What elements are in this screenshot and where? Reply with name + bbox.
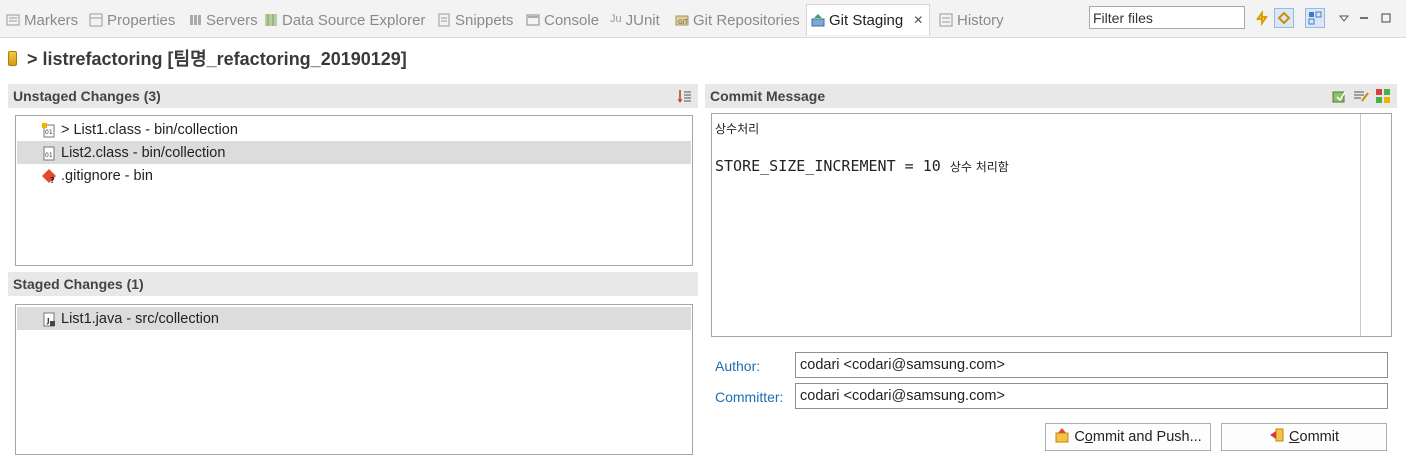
repository-icon bbox=[8, 50, 17, 66]
svg-text:GIT: GIT bbox=[678, 19, 688, 26]
list-item[interactable]: ? .gitignore - bin bbox=[17, 164, 691, 187]
snippets-icon bbox=[437, 13, 451, 27]
staged-changes-list[interactable]: J List1.java - src/collection bbox=[15, 304, 693, 455]
tab-junit[interactable]: Ju JUnit bbox=[610, 9, 660, 31]
list-item[interactable]: 01 > List1.class - bin/collection bbox=[17, 118, 691, 141]
author-field[interactable] bbox=[795, 352, 1388, 378]
unstaged-changes-title: Unstaged Changes (3) bbox=[13, 88, 161, 104]
tab-label: Markers bbox=[24, 11, 79, 29]
sort-icon[interactable] bbox=[677, 88, 693, 104]
servers-icon bbox=[188, 13, 202, 27]
markers-icon bbox=[6, 13, 20, 27]
list-item-label: List2.class - bin/collection bbox=[61, 144, 226, 161]
commit-and-push-label: Commit and Push... bbox=[1074, 429, 1202, 445]
view-tab-bar: Markers Properties Servers Data Source E… bbox=[0, 0, 1406, 38]
tab-markers[interactable]: Markers bbox=[6, 9, 78, 31]
commit-message-body-code: STORE_SIZE_INCREMENT = 10 bbox=[715, 157, 941, 175]
console-icon bbox=[526, 13, 540, 27]
commit-message-header: Commit Message bbox=[705, 84, 1397, 108]
tab-label: Git Repositories bbox=[693, 11, 800, 29]
commit-and-push-button[interactable]: Commit and Push... bbox=[1045, 423, 1211, 451]
staged-changes-header: Staged Changes (1) bbox=[8, 272, 698, 296]
tab-label: Git Staging bbox=[829, 11, 904, 29]
committer-label: Committer: bbox=[715, 389, 784, 405]
commit-message-summary: 상수처리 bbox=[715, 122, 760, 136]
junit-icon: Ju bbox=[610, 13, 622, 25]
git-staging-icon bbox=[811, 13, 825, 27]
list-item-label: > List1.class - bin/collection bbox=[61, 121, 238, 138]
view-menu-icon[interactable] bbox=[1334, 8, 1354, 28]
tab-git-staging[interactable]: Git Staging ✕ bbox=[806, 4, 931, 35]
minimize-icon[interactable] bbox=[1354, 8, 1374, 28]
commit-label: Commit bbox=[1289, 429, 1339, 445]
svg-text:J: J bbox=[46, 317, 50, 325]
change-id-icon[interactable] bbox=[1375, 88, 1391, 104]
commit-button[interactable]: Commit bbox=[1221, 423, 1387, 451]
tab-label: Servers bbox=[206, 11, 258, 29]
tab-console[interactable]: Console bbox=[526, 9, 599, 31]
tab-snippets[interactable]: Snippets bbox=[437, 9, 513, 31]
tab-label: JUnit bbox=[625, 11, 660, 29]
close-icon[interactable]: ✕ bbox=[913, 13, 923, 27]
commit-message-body: STORE_SIZE_INCREMENT = 10 상수 처리함 bbox=[715, 157, 1009, 175]
tab-label: History bbox=[957, 11, 1004, 29]
data-source-icon bbox=[264, 13, 278, 27]
svg-text:?: ? bbox=[50, 176, 55, 184]
tab-label: Data Source Explorer bbox=[282, 11, 426, 29]
signed-off-icon[interactable] bbox=[1353, 88, 1369, 104]
tab-properties[interactable]: Properties bbox=[89, 9, 175, 31]
repository-title-text: > listrefactoring [팀명_refactoring_201901… bbox=[27, 49, 407, 69]
commit-message-title: Commit Message bbox=[710, 88, 826, 104]
svg-text:01: 01 bbox=[45, 129, 53, 136]
filter-files-input[interactable] bbox=[1089, 6, 1245, 29]
author-label: Author: bbox=[715, 358, 761, 374]
tab-label: Console bbox=[544, 11, 600, 29]
amend-icon[interactable] bbox=[1331, 88, 1347, 104]
tab-label: Properties bbox=[107, 11, 176, 29]
list-item-label: .gitignore - bin bbox=[61, 167, 153, 184]
staged-changes-title: Staged Changes (1) bbox=[13, 276, 144, 292]
git-repositories-icon: GIT bbox=[675, 13, 689, 27]
unstaged-changes-header: Unstaged Changes (3) bbox=[8, 84, 698, 108]
properties-icon bbox=[89, 13, 103, 27]
history-icon bbox=[939, 13, 953, 27]
repository-title: > listrefactoring [팀명_refactoring_201901… bbox=[8, 46, 407, 70]
class-file-icon: 01 bbox=[41, 145, 57, 161]
commit-message-input[interactable]: 상수처리 STORE_SIZE_INCREMENT = 10 상수 처리함 bbox=[711, 113, 1392, 337]
commit-icon bbox=[1269, 427, 1285, 447]
committer-field[interactable] bbox=[795, 383, 1388, 409]
gitignore-file-icon: ? bbox=[41, 168, 57, 184]
vertical-ruler bbox=[1360, 114, 1361, 336]
tab-label: Snippets bbox=[455, 11, 514, 29]
commit-message-body-korean: 상수 처리함 bbox=[949, 160, 1009, 174]
unstaged-changes-list[interactable]: 01 > List1.class - bin/collection 01 Lis… bbox=[15, 115, 693, 266]
tab-git-repositories[interactable]: GIT Git Repositories bbox=[675, 9, 800, 31]
tab-history[interactable]: History bbox=[939, 9, 1004, 31]
class-file-modified-icon: 01 bbox=[41, 122, 57, 138]
sync-arrows-icon[interactable] bbox=[1252, 8, 1272, 28]
link-with-selection-icon[interactable] bbox=[1274, 8, 1294, 28]
list-item-label: List1.java - src/collection bbox=[61, 310, 219, 327]
svg-text:01: 01 bbox=[45, 152, 53, 159]
layout-toggle-icon[interactable] bbox=[1305, 8, 1325, 28]
list-item[interactable]: J List1.java - src/collection bbox=[17, 307, 691, 330]
list-item[interactable]: 01 List2.class - bin/collection bbox=[17, 141, 691, 164]
java-file-icon: J bbox=[41, 311, 57, 327]
tab-servers[interactable]: Servers bbox=[188, 9, 258, 31]
commit-push-icon bbox=[1054, 427, 1070, 447]
tab-data-source-explorer[interactable]: Data Source Explorer bbox=[264, 9, 425, 31]
maximize-icon[interactable] bbox=[1376, 8, 1396, 28]
